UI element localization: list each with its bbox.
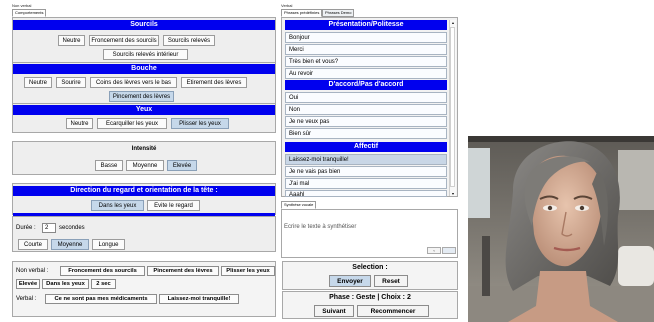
tab-synthese-vocale[interactable]: Synthèse vocale [281, 201, 317, 209]
phase-panel: Phase : Geste | Choix : 2 Suivant Recomm… [282, 291, 458, 319]
duree-panel: Durée : 2 secondes Courte Moyenne Longue [12, 216, 276, 252]
yeux-plisser-button[interactable]: Plisser les yeux [171, 118, 229, 129]
bouche-sourire-button[interactable]: Sourire [56, 77, 86, 88]
bouche-neutre-button[interactable]: Neutre [24, 77, 52, 88]
intensite-title: Intensité [131, 146, 157, 152]
sourcils-header: Sourcils [13, 20, 275, 30]
regard-dans-les-yeux-button[interactable]: Dans les yeux [91, 200, 144, 211]
yeux-panel: Yeux Neutre Ecarquiller les yeux Plisser… [12, 103, 276, 133]
phrase-item[interactable]: Je ne vais pas bien [285, 166, 447, 177]
duree-label: Durée : [16, 225, 36, 231]
yeux-neutre-button[interactable]: Neutre [66, 118, 93, 129]
phrase-item[interactable]: Très bien et vous? [285, 56, 447, 67]
bouche-etirement-button[interactable]: Etirement des lèvres [181, 77, 247, 88]
scroll-up-icon[interactable]: ▴ [450, 20, 456, 25]
scroll-down-icon[interactable]: ▾ [450, 191, 456, 196]
reset-button[interactable]: Reset [374, 275, 408, 287]
synthese-panel: Ecrire le texte à synthétiser ‹ [281, 209, 458, 258]
regard-panel: Direction du regard et orientation de la… [12, 183, 276, 216]
phrase-item[interactable]: Non [285, 104, 447, 115]
summary-chip[interactable]: Elevée [16, 279, 40, 289]
phrase-item[interactable]: Oui [285, 92, 447, 103]
avatar-viewport [468, 136, 654, 322]
accord-header: D'accord/Pas d'accord [285, 80, 447, 90]
selection-title: Selection : [352, 264, 388, 271]
phrase-item[interactable]: Au revoir [285, 68, 447, 79]
intensite-panel: Intensité Basse Moyenne Elevée [12, 141, 276, 175]
sourcils-neutre-button[interactable]: Neutre [58, 35, 85, 46]
phrases-list-panel: Présentation/Politesse Bonjour Merci Trè… [281, 17, 458, 197]
synthese-send-icon[interactable] [442, 247, 456, 254]
summary-chip[interactable]: Ce ne sont pas mes médicaments [45, 294, 157, 304]
selection-panel: Selection : Envoyer Reset [282, 261, 458, 290]
phrase-item[interactable]: Je ne veux pas [285, 116, 447, 127]
phrase-item[interactable]: Bonjour [285, 32, 447, 43]
intensite-moyenne-button[interactable]: Moyenne [126, 160, 164, 171]
phrase-item[interactable]: Merci [285, 44, 447, 55]
phase-status: Phase : Geste | Choix : 2 [329, 294, 411, 301]
summary-chip[interactable]: Froncement des sourcils [60, 266, 145, 276]
summary-panel: Non verbal : Froncement des sourcils Pin… [12, 261, 276, 317]
duree-moyenne-button[interactable]: Moyenne [51, 239, 89, 250]
regard-header: Direction du regard et orientation de la… [13, 186, 275, 196]
restart-button[interactable]: Recommencer [357, 305, 429, 317]
intensite-elevee-button[interactable]: Elevée [167, 160, 197, 171]
summary-chip[interactable]: Laissez-moi tranquille! [159, 294, 239, 304]
phrase-item[interactable]: Laissez-moi tranquille! [285, 154, 447, 165]
yeux-ecarquiller-button[interactable]: Ecarquiller les yeux [97, 118, 167, 129]
summary-verbal-label: Verbal : [16, 296, 37, 302]
send-button[interactable]: Envoyer [329, 275, 371, 287]
summary-nonverbal-label: Non verbal : [16, 268, 49, 274]
sourcils-releves-interieur-button[interactable]: Sourcils relevés intérieur [103, 49, 188, 60]
phrase-item[interactable]: J'ai mal [285, 178, 447, 189]
sourcils-panel: Sourcils Neutre Froncement des sourcils … [12, 17, 276, 63]
verbal-group-label: Verbal [281, 3, 293, 8]
duree-courte-button[interactable]: Courte [18, 239, 48, 250]
summary-chip[interactable]: Plisser les yeux [221, 266, 275, 276]
bouche-coins-bas-button[interactable]: Coins des lèvres vers le bas [90, 77, 177, 88]
tab-phrases-demo[interactable]: Phrases Demo [322, 9, 355, 17]
sourcils-froncement-button[interactable]: Froncement des sourcils [89, 35, 159, 46]
summary-chip[interactable]: 2 sec [91, 279, 116, 289]
summary-chip[interactable]: Dans les yeux [42, 279, 89, 289]
tab-comportements[interactable]: Comportements [12, 9, 47, 17]
scrollbar-thumb[interactable] [450, 27, 455, 187]
nonverbal-group-label: Non verbal [12, 3, 32, 8]
synthese-textarea[interactable]: Ecrire le texte à synthétiser [284, 224, 356, 230]
phrase-item[interactable]: Aaahl [285, 190, 447, 197]
duree-input[interactable]: 2 [42, 223, 56, 233]
affectif-header: Affectif [285, 142, 447, 152]
bouche-panel: Bouche Neutre Sourire Coins des lèvres v… [12, 62, 276, 104]
sourcils-releves-button[interactable]: Sourcils relevés [163, 35, 215, 46]
regard-evite-button[interactable]: Evite le regard [147, 200, 200, 211]
phrase-item[interactable]: Bien sûr [285, 128, 447, 139]
duree-unit: secondes [59, 225, 85, 231]
next-button[interactable]: Suivant [314, 305, 354, 317]
politesse-header: Présentation/Politesse [285, 20, 447, 30]
duree-longue-button[interactable]: Longue [92, 239, 125, 250]
summary-chip[interactable]: Pincement des lèvres [147, 266, 219, 276]
tab-phrases-predefinies[interactable]: Phrases prédéfinies [281, 9, 323, 17]
yeux-header: Yeux [13, 105, 275, 115]
bouche-header: Bouche [13, 64, 275, 74]
phrases-scrollbar[interactable]: ▴ ▾ [449, 20, 456, 196]
avatar-render [468, 136, 654, 322]
synthese-play-icon[interactable]: ‹ [427, 247, 441, 254]
bouche-pincement-button[interactable]: Pincement des lèvres [109, 91, 174, 102]
intensite-basse-button[interactable]: Basse [95, 160, 123, 171]
